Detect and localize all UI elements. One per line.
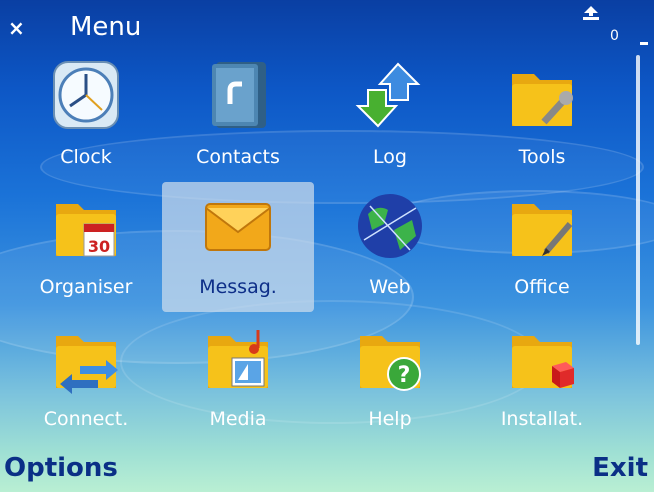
menu-item-tools[interactable]: Tools bbox=[466, 52, 618, 182]
globe-icon bbox=[358, 194, 422, 258]
softkey-bar: Options Exit bbox=[0, 447, 654, 492]
menu-item-contacts[interactable]: Contacts bbox=[162, 52, 314, 182]
menu-item-label: Media bbox=[209, 408, 267, 430]
help-folder-icon: ? bbox=[360, 336, 421, 391]
log-arrows-icon bbox=[355, 62, 421, 128]
menu-item-label: Installat. bbox=[500, 408, 584, 430]
menu-item-connectivity[interactable]: Connect. bbox=[10, 314, 162, 444]
status-indicators: 0 bbox=[582, 6, 652, 46]
menu-item-label: Connect. bbox=[43, 408, 129, 430]
clock-icon bbox=[53, 61, 119, 129]
envelope-icon bbox=[205, 203, 271, 251]
office-folder-icon bbox=[512, 204, 573, 256]
menu-item-label: Organiser bbox=[39, 276, 133, 298]
menu-item-organiser[interactable]: 30 Organiser bbox=[10, 182, 162, 312]
menu-item-label: Tools bbox=[518, 146, 566, 168]
menu-item-office[interactable]: Office bbox=[466, 182, 618, 312]
svg-text:?: ? bbox=[398, 363, 411, 388]
connectivity-folder-icon bbox=[56, 336, 118, 394]
organiser-calendar-folder-icon: 30 bbox=[56, 204, 116, 257]
menu-item-media[interactable]: Media bbox=[162, 314, 314, 444]
menu-item-label: Log bbox=[373, 146, 407, 168]
page-title: Menu bbox=[70, 12, 142, 42]
upload-icon bbox=[583, 6, 599, 20]
menu-item-label: Contacts bbox=[196, 146, 280, 168]
menu-item-help[interactable]: ? Help bbox=[314, 314, 466, 444]
menu-item-installations[interactable]: Installat. bbox=[466, 314, 618, 444]
menu-item-label: Clock bbox=[60, 146, 112, 168]
options-softkey[interactable]: Options bbox=[4, 453, 118, 483]
menu-item-label: Help bbox=[368, 408, 412, 430]
installations-folder-icon bbox=[512, 336, 574, 388]
menu-item-clock[interactable]: Clock bbox=[10, 52, 162, 182]
title-bar: × Menu 0 bbox=[0, 0, 654, 52]
menu-grid: Clock Contacts Log Tools 30 Organiser Me… bbox=[0, 52, 630, 447]
menu-screen: × Menu 0 Clock Contacts Log Tools 30 Org… bbox=[0, 0, 654, 492]
signal-bar-icon bbox=[640, 42, 648, 45]
menu-item-web[interactable]: Web bbox=[314, 182, 466, 312]
tools-folder-icon bbox=[512, 74, 573, 126]
menu-item-label: Web bbox=[369, 276, 411, 298]
close-icon[interactable]: × bbox=[8, 18, 25, 38]
scrollbar[interactable] bbox=[636, 55, 640, 345]
menu-item-messaging[interactable]: Messag. bbox=[162, 182, 314, 312]
menu-item-log[interactable]: Log bbox=[314, 52, 466, 182]
menu-item-label: Office bbox=[514, 276, 570, 298]
contacts-book-icon bbox=[212, 62, 266, 128]
media-folder-icon bbox=[208, 330, 268, 388]
svg-text:30: 30 bbox=[88, 237, 110, 256]
exit-softkey[interactable]: Exit bbox=[592, 453, 648, 483]
status-count: 0 bbox=[610, 28, 619, 44]
menu-item-label: Messag. bbox=[199, 276, 277, 298]
